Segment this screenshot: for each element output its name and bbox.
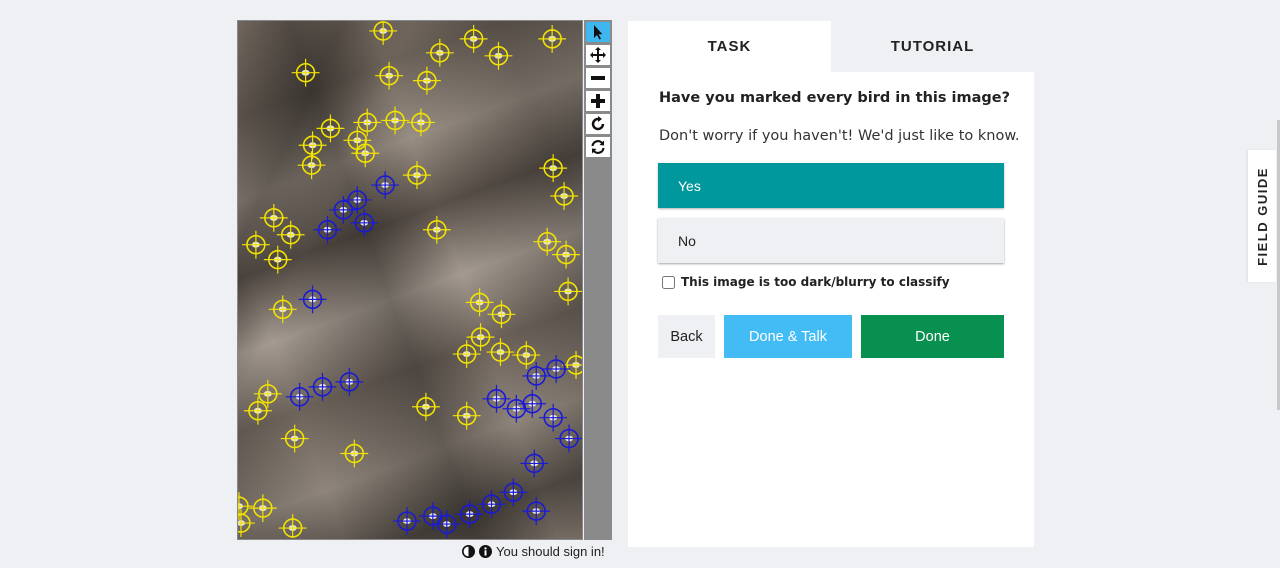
yellow-bird-mark[interactable] xyxy=(486,338,515,366)
blue-bird-mark[interactable] xyxy=(539,403,568,432)
signin-text[interactable]: You should sign in! xyxy=(496,544,605,559)
field-guide-tab[interactable]: FIELD GUIDE xyxy=(1248,150,1276,282)
yellow-bird-mark[interactable] xyxy=(459,24,488,53)
blue-bird-mark[interactable] xyxy=(418,502,447,531)
yellow-bird-mark[interactable] xyxy=(268,295,297,324)
yellow-bird-mark[interactable] xyxy=(412,66,441,95)
yellow-bird-mark[interactable] xyxy=(381,106,409,135)
yellow-bird-mark[interactable] xyxy=(539,154,568,183)
answer-no-button[interactable]: No xyxy=(658,218,1004,263)
yellow-bird-mark[interactable] xyxy=(562,351,582,379)
yellow-bird-mark[interactable] xyxy=(550,182,579,210)
yellow-bird-mark[interactable] xyxy=(465,288,494,317)
yellow-bird-mark[interactable] xyxy=(340,439,369,468)
blue-bird-mark[interactable] xyxy=(335,367,364,396)
blue-bird-mark[interactable] xyxy=(542,355,571,383)
yellow-bird-mark[interactable] xyxy=(422,215,451,244)
yellow-bird-mark[interactable] xyxy=(297,151,326,180)
yellow-bird-mark[interactable] xyxy=(278,514,307,538)
yellow-bird-mark[interactable] xyxy=(276,220,305,249)
yellow-bird-mark[interactable] xyxy=(375,61,404,90)
done-button[interactable]: Done xyxy=(861,315,1004,358)
yellow-bird-mark[interactable] xyxy=(411,392,440,421)
zoom-in-icon[interactable] xyxy=(586,91,610,111)
yellow-bird-mark[interactable] xyxy=(241,230,270,259)
task-question: Have you marked every bird in this image… xyxy=(659,90,1011,106)
yellow-bird-mark[interactable] xyxy=(487,300,516,329)
done-and-talk-button[interactable]: Done & Talk xyxy=(724,315,852,358)
blue-bird-mark[interactable] xyxy=(298,285,327,314)
too-dark-checkbox-row[interactable]: This image is too dark/blurry to classif… xyxy=(662,275,950,289)
blue-bird-mark[interactable] xyxy=(522,497,551,526)
blue-bird-mark[interactable] xyxy=(555,424,582,453)
tab-task[interactable]: TASK xyxy=(628,21,831,72)
signin-notice: You should sign in! xyxy=(462,543,605,559)
rotate-icon[interactable] xyxy=(586,114,610,134)
yellow-bird-mark[interactable] xyxy=(248,494,277,523)
blue-bird-mark[interactable] xyxy=(350,208,379,237)
back-button[interactable]: Back xyxy=(658,315,715,358)
yellow-bird-mark[interactable] xyxy=(291,58,320,87)
yellow-bird-mark[interactable] xyxy=(259,203,288,232)
yellow-bird-mark[interactable] xyxy=(425,38,454,67)
yellow-bird-mark[interactable] xyxy=(238,509,255,537)
yellow-bird-mark[interactable] xyxy=(538,24,567,53)
subject-image-viewer[interactable] xyxy=(237,20,583,540)
yellow-bird-mark[interactable] xyxy=(263,245,292,274)
zoom-out-icon[interactable] xyxy=(586,68,610,88)
yellow-bird-mark[interactable] xyxy=(484,41,513,70)
too-dark-checkbox-label: This image is too dark/blurry to classif… xyxy=(681,275,950,289)
yellow-bird-mark[interactable] xyxy=(554,277,582,306)
pointer-icon[interactable] xyxy=(586,22,610,42)
reset-icon[interactable] xyxy=(586,137,610,157)
field-guide-label: FIELD GUIDE xyxy=(1254,166,1270,266)
yellow-bird-mark[interactable] xyxy=(316,114,345,143)
blue-bird-mark[interactable] xyxy=(520,449,549,478)
answer-no-label: No xyxy=(678,232,696,249)
blue-bird-mark[interactable] xyxy=(499,478,528,507)
task-panel: TASK TUTORIAL Have you marked every bird… xyxy=(628,21,1034,547)
yellow-bird-mark[interactable] xyxy=(351,139,380,168)
move-icon[interactable] xyxy=(586,45,610,65)
too-dark-checkbox[interactable] xyxy=(662,275,675,289)
yellow-bird-mark[interactable] xyxy=(280,424,309,453)
blue-bird-mark[interactable] xyxy=(393,507,421,535)
blue-bird-mark[interactable] xyxy=(371,171,400,199)
yellow-bird-mark[interactable] xyxy=(403,161,431,190)
yellow-bird-mark[interactable] xyxy=(369,21,398,45)
blue-bird-mark[interactable] xyxy=(313,215,342,244)
panel-tabs: TASK TUTORIAL xyxy=(628,21,1034,72)
task-help-text: Don't worry if you haven't! We'd just li… xyxy=(659,128,1020,144)
image-toolbar xyxy=(584,20,612,540)
blue-bird-mark[interactable] xyxy=(518,389,547,418)
yellow-bird-mark[interactable] xyxy=(452,401,481,430)
bird-marks-layer[interactable] xyxy=(238,21,582,538)
info-icon[interactable] xyxy=(479,544,492,558)
tab-tutorial[interactable]: TUTORIAL xyxy=(831,21,1034,72)
yellow-bird-mark[interactable] xyxy=(407,108,435,137)
answer-yes-label: Yes xyxy=(678,177,701,194)
contrast-icon[interactable] xyxy=(462,544,475,558)
answer-yes-button[interactable]: Yes xyxy=(658,163,1004,208)
yellow-bird-mark[interactable] xyxy=(298,131,327,160)
